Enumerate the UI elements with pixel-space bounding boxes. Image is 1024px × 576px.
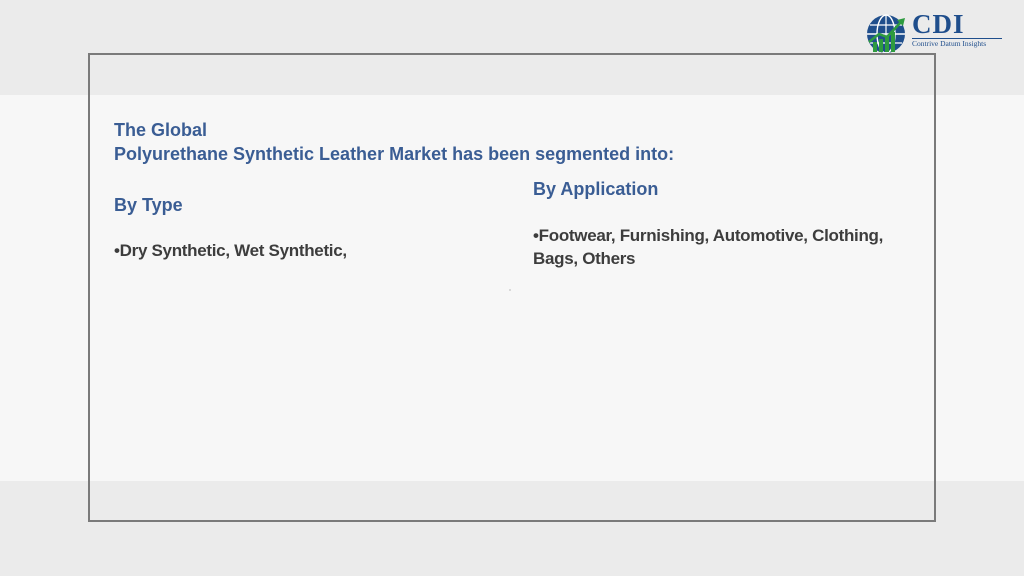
globe-chart-icon [867,14,905,54]
by-application-items-line-1: •Footwear, Furnishing, Automotive, Cloth… [533,226,884,245]
slide-heading: The Global Polyurethane Synthetic Leathe… [114,118,674,166]
heading-line-1: The Global [114,120,208,140]
logo-name: CDI [912,9,965,39]
logo-tagline: Contrive Datum Insights [912,39,987,48]
company-logo: CDI Contrive Datum Insights [865,9,1005,54]
stray-dot [509,289,511,291]
by-application-items: •Footwear, Furnishing, Automotive, Cloth… [533,224,883,270]
by-type-title: By Type [114,195,183,215]
by-type-items: •Dry Synthetic, Wet Synthetic, [114,241,347,260]
heading-line-2: Polyurethane Synthetic Leather Market ha… [114,144,675,164]
by-application-title: By Application [533,179,659,199]
by-application-items-line-2: Bags, Others [533,249,636,268]
